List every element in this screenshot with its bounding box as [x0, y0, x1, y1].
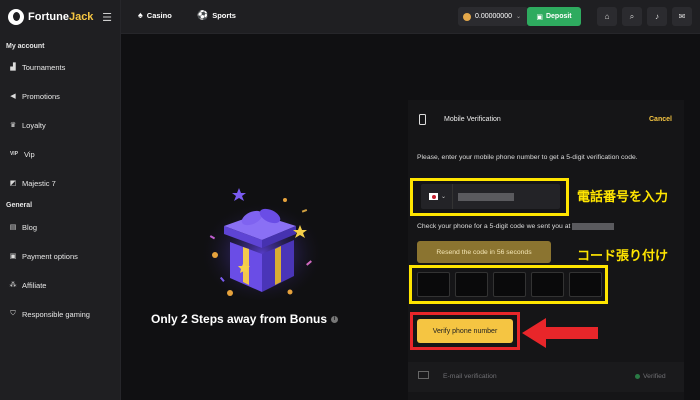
bell-icon: ♪ [655, 12, 659, 21]
instructions-text: Please, enter your mobile phone number t… [417, 154, 638, 161]
ball-icon: ⚽ [197, 10, 209, 20]
gift-box-illustration [200, 188, 324, 300]
logo[interactable]: FortuneJack [8, 9, 93, 25]
check-phone-text: Check your phone for a 5-digit code we s… [417, 222, 682, 232]
cards-icon: ♠ [138, 10, 143, 20]
search-button[interactable]: ⌕ [622, 7, 642, 26]
verified-label: Verified [643, 373, 666, 380]
sidebar: FortuneJack ☰ My account ▟ Tournaments ◀… [0, 0, 121, 400]
chat-button[interactable]: ✉ [672, 7, 692, 26]
wallet-icon: ▣ [536, 13, 543, 21]
phone-icon [419, 114, 426, 125]
notifications-button[interactable]: ♪ [647, 7, 667, 26]
nav-casino[interactable]: ♠ Casino [138, 10, 172, 20]
check-phone-label: Check your phone for a 5-digit code we s… [417, 223, 571, 230]
info-icon[interactable]: i [331, 315, 339, 323]
sidebar-item-label: Promotions [22, 91, 60, 101]
verified-dot-icon [635, 374, 640, 379]
red-arrow-icon [522, 318, 598, 348]
chat-icon: ✉ [678, 12, 686, 21]
deposit-button[interactable]: ▣ Deposit [527, 7, 581, 26]
sidebar-item-affiliate[interactable]: ⁂ Affiliate [0, 277, 120, 293]
top-bar: ♠ Casino ⚽ Sports 0.00000000 ⌄ ▣ Deposit… [121, 0, 700, 34]
network-icon: ⁂ [9, 282, 17, 289]
sidebar-item-vip[interactable]: VIP Vip [0, 146, 120, 162]
sidebar-item-promotions[interactable]: ◀ Promotions [0, 88, 120, 104]
sidebar-item-label: Loyalty [22, 120, 46, 130]
crown-icon: ♛ [9, 122, 17, 129]
store-button[interactable]: ⌂ [597, 7, 617, 26]
promo-title: Only 2 Steps away from Bonus i [151, 312, 339, 326]
sidebar-item-label: Responsible gaming [22, 309, 90, 319]
nav-sports-label: Sports [212, 11, 236, 20]
sidebar-item-label: Majestic 7 [22, 178, 56, 188]
sidebar-item-payment-options[interactable]: ▣ Payment options [0, 248, 120, 264]
phone-input-note: 電話番号を入力 [577, 190, 669, 205]
menu-collapse-icon[interactable]: ☰ [102, 11, 112, 24]
logo-text: FortuneJack [28, 11, 94, 23]
balance-value: 0.00000000 [475, 13, 512, 20]
verified-status: Verified [635, 373, 666, 380]
shield-icon: ⛉ [10, 310, 16, 317]
sidebar-item-label: Payment options [22, 251, 78, 261]
store-icon: ⌂ [604, 12, 610, 21]
sidebar-item-label: Vip [24, 149, 35, 159]
mail-icon [418, 371, 429, 379]
panel-header: Mobile Verification Cancel [408, 112, 684, 128]
sidebar-item-label: Blog [22, 222, 38, 232]
vip-icon: VIP [9, 151, 19, 157]
promo-title-text: Only 2 Steps away from Bonus [151, 312, 328, 326]
sidebar-item-responsible-gaming[interactable]: ⛉ Responsible gaming [0, 306, 120, 322]
section-my-account: My account [6, 43, 45, 50]
phone-input-highlight [410, 178, 569, 216]
cancel-button[interactable]: Cancel [649, 116, 672, 123]
section-general: General [6, 202, 33, 209]
panel-title: Mobile Verification [444, 116, 501, 123]
search-icon: ⌕ [629, 11, 635, 21]
sidebar-item-label: Affiliate [22, 280, 47, 290]
sidebar-item-loyalty[interactable]: ♛ Loyalty [0, 117, 120, 133]
document-icon: ▤ [9, 224, 17, 231]
deposit-label: Deposit [545, 13, 572, 20]
wallet-icon: ▣ [9, 253, 17, 260]
masked-phone-number [572, 222, 615, 230]
megaphone-icon: ◀ [10, 93, 16, 100]
sidebar-item-blog[interactable]: ▤ Blog [0, 219, 120, 235]
sidebar-item-majestic-7[interactable]: ◩ Majestic 7 [0, 175, 120, 191]
email-verification-row[interactable]: E-mail verification Verified [408, 362, 684, 392]
seven-icon: ◩ [9, 180, 17, 187]
logo-row: FortuneJack ☰ [0, 0, 120, 34]
resend-code-button[interactable]: Resend the code in 56 seconds [417, 241, 551, 263]
sidebar-item-label: Tournaments [22, 62, 66, 72]
verify-button-highlight [410, 312, 520, 350]
code-note: コード張り付け [577, 249, 669, 264]
coin-icon [463, 12, 471, 21]
logo-icon [8, 9, 24, 25]
code-input-highlight [409, 265, 608, 304]
sidebar-item-tournaments[interactable]: ▟ Tournaments [0, 59, 120, 75]
email-verification-label: E-mail verification [443, 373, 497, 380]
nav-sports[interactable]: ⚽ Sports [197, 10, 236, 21]
nav-casino-label: Casino [146, 10, 172, 20]
balance-selector[interactable]: 0.00000000 ⌄ [458, 7, 528, 26]
podium-icon: ▟ [10, 64, 16, 71]
chevron-down-icon: ⌄ [515, 14, 522, 20]
